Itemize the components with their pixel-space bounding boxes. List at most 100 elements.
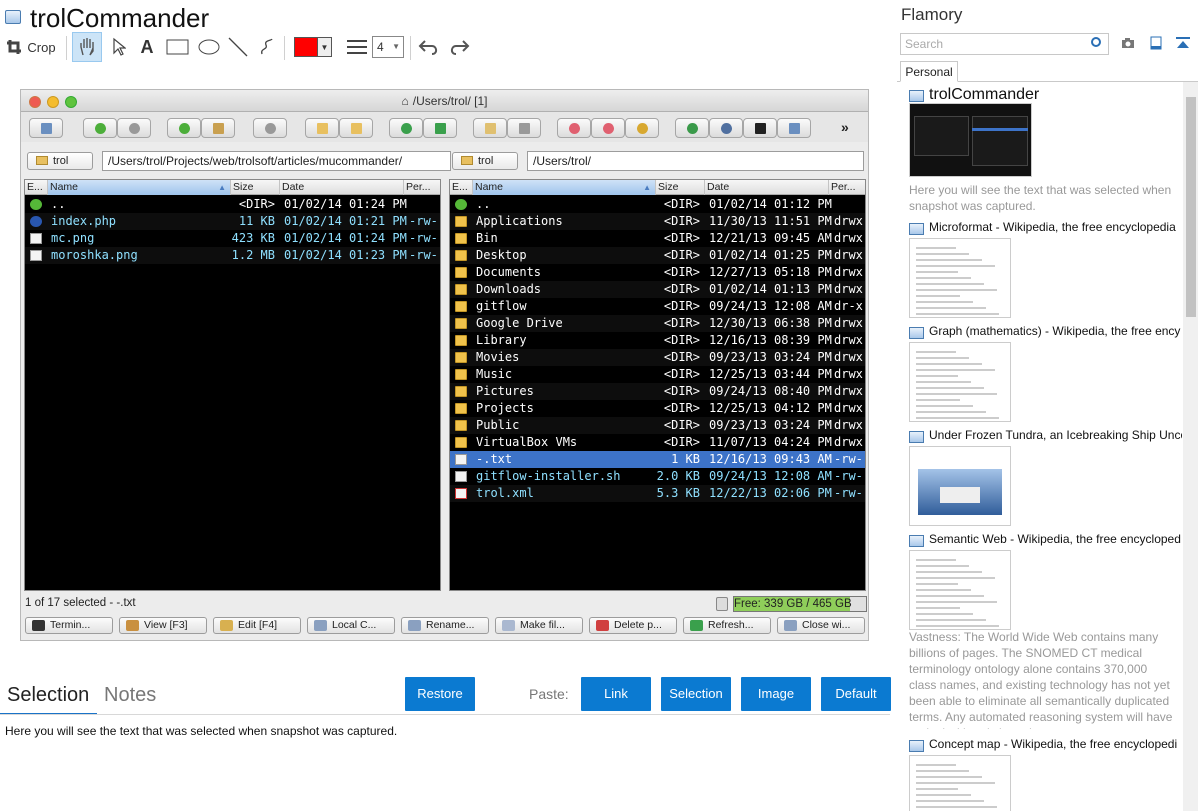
scrollbar[interactable] [1183,82,1198,811]
snapshot-thumbnail[interactable] [909,342,1011,422]
snapshot-thumbnail[interactable] [909,238,1011,318]
bookmarks-button[interactable] [591,118,625,138]
swap-panels-button[interactable] [389,118,423,138]
terminal-button[interactable]: Termin... [25,617,113,634]
delete-button[interactable]: Delete p... [589,617,677,634]
file-row[interactable]: .. <DIR> 01/02/14 01:12 PM [450,196,865,213]
document-icon[interactable] [1149,36,1163,50]
unpack-button[interactable] [507,118,541,138]
snapshot-thumbnail[interactable] [909,103,1032,177]
search-icon[interactable] [1091,37,1101,47]
snapshot-thumbnail[interactable] [909,550,1011,630]
zoom-icon[interactable] [65,96,77,108]
file-row[interactable]: Desktop <DIR> 01/02/14 01:25 PM drwx [450,247,865,264]
connect-server-button[interactable] [675,118,709,138]
paste-default-button[interactable]: Default [821,677,891,711]
stop-button[interactable] [253,118,287,138]
file-row[interactable]: Movies <DIR> 09/23/13 03:24 PM drwx [450,349,865,366]
local-copy-button[interactable]: Local C... [307,617,395,634]
run-command-button[interactable] [709,118,743,138]
file-row[interactable]: Documents <DIR> 12/27/13 05:18 PM drwx [450,264,865,281]
refresh-button[interactable]: Refresh... [683,617,771,634]
color-picker[interactable]: ▼ [292,32,334,62]
file-row[interactable]: -.txt 1 KB 12/16/13 09:43 AM -rw- [450,451,865,468]
file-row[interactable]: gitflow <DIR> 09/24/13 12:08 AM dr-x [450,298,865,315]
home-folder-button[interactable] [201,118,235,138]
undo-button[interactable] [416,32,442,62]
file-row[interactable]: Public <DIR> 09/23/13 03:24 PM drwx [450,417,865,434]
close-window-button[interactable]: Close wi... [777,617,865,634]
file-row[interactable]: trol.xml 5.3 KB 12/22/13 02:06 PM -rw- [450,485,865,502]
rectangle-tool-button[interactable] [164,32,192,62]
view-button[interactable]: View [F3] [119,617,207,634]
hand-tool-button[interactable] [72,32,102,62]
line-tool-button[interactable] [226,32,250,62]
col-size[interactable]: Size [656,180,705,195]
col-perm[interactable]: Per... [829,180,865,195]
terminal-button[interactable] [743,118,777,138]
col-ext[interactable]: E... [450,180,473,195]
left-path-input[interactable]: /Users/trol/Projects/web/trolsoft/articl… [102,151,451,171]
camera-icon[interactable] [1121,36,1135,50]
snapshot-title[interactable]: Semantic Web - Wikipedia, the free encyc… [929,532,1181,546]
col-date[interactable]: Date [280,180,404,195]
right-path-input[interactable]: /Users/trol/ [527,151,864,171]
forward-button[interactable] [117,118,151,138]
pack-button[interactable] [473,118,507,138]
collapse-top-icon[interactable] [1175,36,1191,50]
col-ext[interactable]: E... [25,180,48,195]
minimize-icon[interactable] [47,96,59,108]
col-name[interactable]: Name ▲ [48,180,231,195]
snapshot-title[interactable]: Under Frozen Tundra, an Icebreaking Ship… [929,428,1182,442]
mark-button[interactable] [305,118,339,138]
add-bookmark-button[interactable] [557,118,591,138]
right-file-panel[interactable]: E... Name ▲ Size Date Per... .. <DIR> 01/02… [449,179,866,591]
file-row[interactable]: moroshka.png 1.2 MB 01/02/14 01:23 PM -rw- [25,247,440,264]
freehand-tool-button[interactable] [255,32,279,62]
snapshot-thumbnail[interactable] [909,446,1011,526]
file-row[interactable]: Pictures <DIR> 09/24/13 08:40 PM drwx [450,383,865,400]
line-width-select[interactable]: 4 ▼ [372,32,404,62]
file-row[interactable]: VirtualBox VMs <DIR> 11/07/13 04:24 PM drwx [450,434,865,451]
file-row[interactable]: Downloads <DIR> 01/02/14 01:13 PM drwx [450,281,865,298]
paste-image-button[interactable]: Image [741,677,811,711]
parent-folder-button[interactable] [167,118,201,138]
scroll-thumb[interactable] [1186,97,1196,317]
snapshot-thumbnail[interactable] [909,755,1011,811]
search-input[interactable]: Search [900,33,1109,55]
close-icon[interactable] [29,96,41,108]
tab-notes[interactable]: Notes [104,684,156,707]
col-date[interactable]: Date [705,180,829,195]
edit-button[interactable]: Edit [F4] [213,617,301,634]
ellipse-tool-button[interactable] [195,32,223,62]
snapshot-title[interactable]: trolCommander [929,87,1039,104]
sync-panels-button[interactable] [423,118,457,138]
file-row[interactable]: Projects <DIR> 12/25/13 04:12 PM drwx [450,400,865,417]
tab-selection[interactable]: Selection [7,684,89,707]
file-row[interactable]: Applications <DIR> 11/30/13 11:51 PM drwx [450,213,865,230]
left-folder-button[interactable]: trol [27,152,93,170]
snapshot-title[interactable]: Microformat - Wikipedia, the free encycl… [929,220,1176,234]
unmark-button[interactable] [339,118,373,138]
paste-selection-button[interactable]: Selection [661,677,731,711]
right-folder-button[interactable]: trol [452,152,518,170]
select-tool-button[interactable] [106,32,132,62]
file-row[interactable]: Google Drive <DIR> 12/30/13 06:38 PM drwx [450,315,865,332]
redo-button[interactable] [446,32,472,62]
tab-personal[interactable]: Personal [900,61,958,82]
snapshot-title[interactable]: Graph (mathematics) - Wikipedia, the fre… [929,324,1180,338]
file-row[interactable]: Music <DIR> 12/25/13 03:44 PM drwx [450,366,865,383]
credentials-button[interactable] [625,118,659,138]
file-row[interactable]: .. <DIR> 01/02/14 01:24 PM [25,196,440,213]
text-tool-button[interactable]: A [136,32,158,62]
file-row[interactable]: mc.png 423 KB 01/02/14 01:24 PM -rw- [25,230,440,247]
email-button[interactable] [777,118,811,138]
rename-button[interactable]: Rename... [401,617,489,634]
new-window-button[interactable] [29,118,63,138]
file-row[interactable]: index.php 11 KB 01/02/14 01:21 PM -rw- [25,213,440,230]
back-button[interactable] [83,118,117,138]
file-row[interactable]: gitflow-installer.sh 2.0 KB 09/24/13 12:08… [450,468,865,485]
col-name[interactable]: Name ▲ [473,180,656,195]
trash-icon[interactable] [716,597,728,611]
col-size[interactable]: Size [231,180,280,195]
